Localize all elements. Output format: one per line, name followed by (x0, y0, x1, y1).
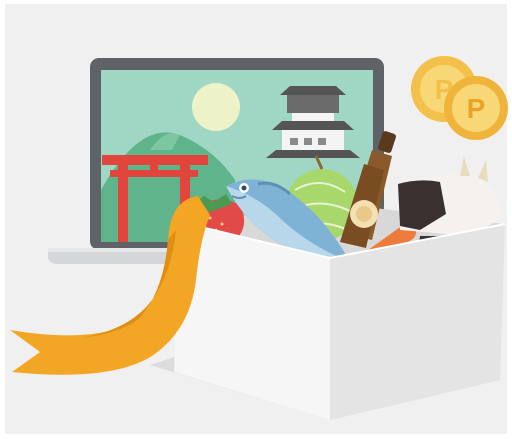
sun-icon (192, 83, 240, 131)
gift-box-illustration: P P (5, 4, 508, 434)
coin-icon: P (444, 76, 508, 140)
coin-letter: P (467, 93, 486, 124)
